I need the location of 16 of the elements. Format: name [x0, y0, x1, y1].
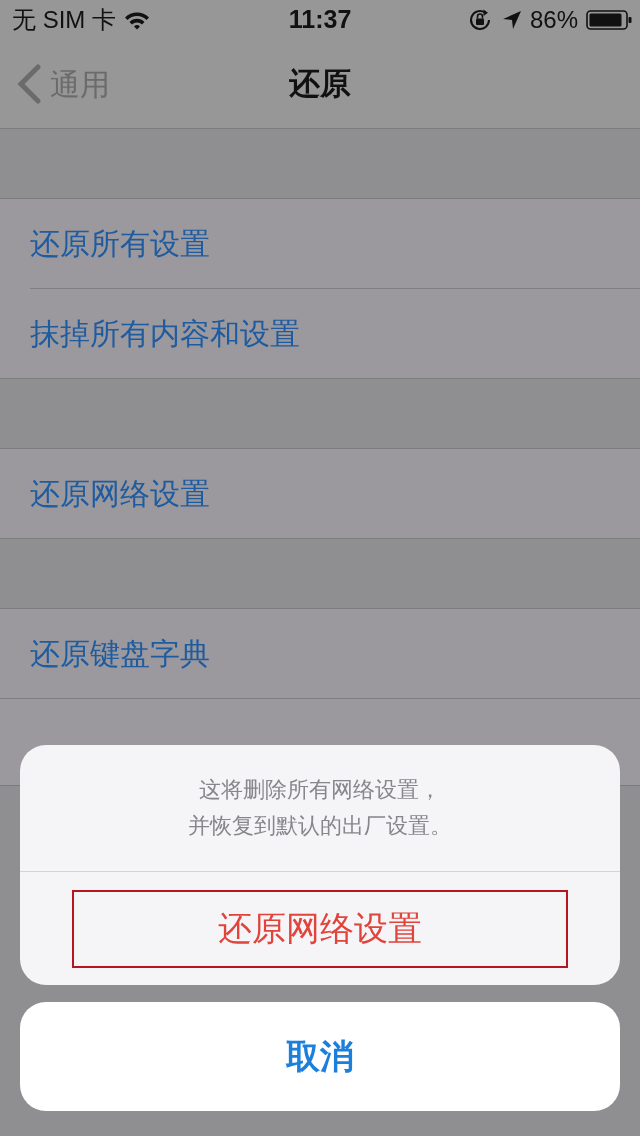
settings-item[interactable]: 还原键盘字典 [30, 631, 210, 676]
battery-percent: 86% [529, 5, 578, 35]
settings-item[interactable]: 还原网络设置 [30, 471, 210, 516]
location-arrow-icon [501, 10, 522, 30]
chevron-left-icon [16, 64, 42, 104]
clock-time: 11:37 [288, 4, 352, 36]
alert-message-line: 这将删除所有网络设置， [199, 776, 441, 804]
page-title: 还原 [289, 65, 351, 104]
battery-icon [586, 10, 632, 30]
wifi-icon [124, 10, 150, 30]
cancel-button[interactable]: 取消 [20, 1002, 620, 1111]
settings-item[interactable]: 抹掉所有内容和设置 [30, 311, 300, 356]
alert-message-line: 并恢复到默认的出厂设置。 [188, 812, 452, 840]
reset-network-button[interactable]: 还原网络设置 [72, 889, 568, 968]
carrier-text: 无 SIM 卡 [12, 5, 116, 35]
settings-item[interactable]: 还原所有设置 [30, 221, 210, 266]
